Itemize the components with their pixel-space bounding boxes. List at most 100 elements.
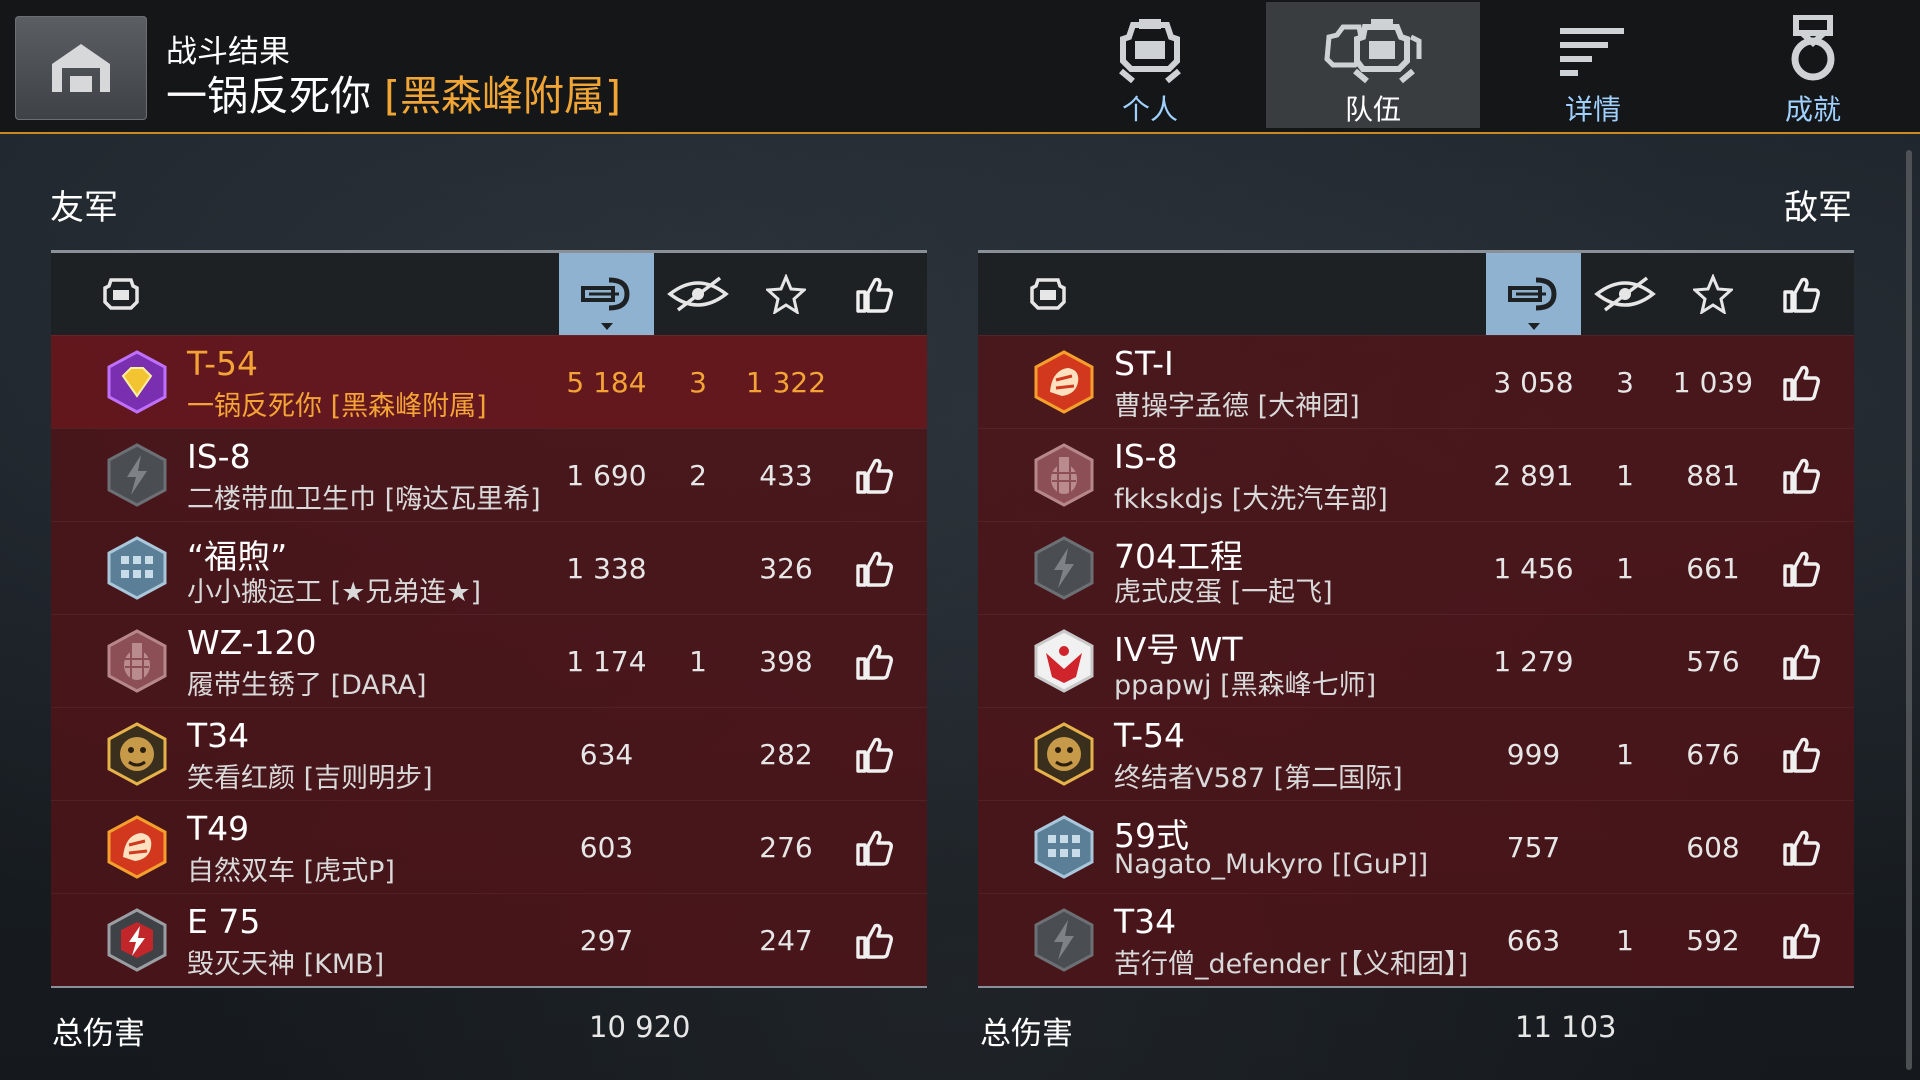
player-row[interactable]: ST-I 曹操字孟德 [大神团] 3 058 3 1 039 [978, 335, 1854, 428]
like-button[interactable] [830, 429, 918, 521]
single-tank-icon [1111, 14, 1189, 86]
damage-column-icon [1506, 274, 1562, 314]
like-button[interactable] [830, 522, 918, 614]
allies-table: T-54 一锅反死你 [黑森峰附属] 5 184 3 1 322 IS-8 二楼带血卫生巾 … [51, 250, 927, 988]
spotting-column-header[interactable] [654, 253, 742, 335]
like-button[interactable] [1757, 522, 1845, 614]
like-button[interactable] [1757, 894, 1845, 986]
player-row[interactable]: T-54 终结者V587 [第二国际] 999 1 676 [978, 707, 1854, 800]
damage-column-header[interactable] [559, 253, 654, 335]
player-row[interactable]: IS-8 二楼带血卫生巾 [嗨达瓦里希] 1 690 2 433 [51, 428, 927, 521]
vehicle-column-icon [101, 276, 141, 312]
player-row[interactable]: WZ-120 履带生锈了 [DARA] 1 174 1 398 [51, 614, 927, 707]
kills-value [1581, 801, 1669, 893]
damage-value: 5 184 [566, 365, 647, 399]
table-header [978, 250, 1854, 335]
vehicle-name: E 75 [187, 902, 261, 941]
top-bar: 战斗结果 一锅反死你 [黑森峰附属] 个人 队伍 详情 成就 [0, 0, 1920, 134]
team-tanks-icon [1321, 14, 1425, 86]
table-bottom-divider [978, 986, 1854, 988]
like-column-header [830, 253, 918, 335]
kills-value [654, 522, 742, 614]
medal-icon [1788, 14, 1838, 86]
player-row[interactable]: E 75 毁灭天神 [KMB] 297 247 [51, 893, 927, 986]
tiger-badge-icon [1032, 722, 1096, 786]
player-name: 曹操字孟德 [大神团] [1114, 391, 1360, 422]
tab-achievements[interactable]: 成就 [1706, 2, 1920, 128]
blue-hex-badge-icon [1032, 815, 1096, 879]
player-row[interactable]: T49 自然双车 [虎式P] 603 276 [51, 800, 927, 893]
player-row[interactable]: 59式 Nagato_Mukyro [[GuP]] 757 608 [978, 800, 1854, 893]
thumbs-up-icon [1781, 827, 1821, 867]
spotting-column-icon [1593, 274, 1657, 314]
tab-team[interactable]: 队伍 [1266, 2, 1480, 128]
dragon-badge-icon [1032, 350, 1096, 414]
player-row[interactable]: T-54 一锅反死你 [黑森峰附属] 5 184 3 1 322 [51, 335, 927, 428]
player-row[interactable]: IV号 WT ppapwj [黑森峰七师] 1 279 576 [978, 614, 1854, 707]
player-name: 笑看红颜 [吉则明步] [187, 763, 433, 794]
tab-achievements-label: 成就 [1784, 93, 1841, 126]
player-name: 小小搬运工 [★兄弟连★] [187, 577, 482, 608]
player-name: 自然双车 [虎式P] [187, 856, 395, 887]
assist-value: 661 [1686, 551, 1740, 585]
damage-value: 1 279 [1493, 644, 1574, 678]
like-button[interactable] [1757, 708, 1845, 800]
vehicle-name: IS-8 [1114, 437, 1178, 476]
damage-column-header[interactable] [1486, 253, 1581, 335]
spotting-column-header[interactable] [1581, 253, 1669, 335]
vehicle-name: WZ-120 [187, 623, 317, 662]
kills-column-header[interactable] [1669, 253, 1757, 335]
kills-column-header[interactable] [742, 253, 830, 335]
assist-value: 433 [759, 458, 813, 492]
allies-total-label: 总伤害 [52, 1016, 145, 1052]
like-button[interactable] [830, 801, 918, 893]
damage-value: 603 [579, 830, 634, 864]
tab-personal[interactable]: 个人 [1043, 2, 1257, 128]
allies-title: 友军 [50, 188, 118, 228]
scrollbar[interactable] [1906, 150, 1912, 1070]
player-name: 一锅反死你 [166, 72, 371, 120]
kills-value: 2 [689, 458, 707, 492]
vehicle-column-header [101, 253, 141, 335]
player-row[interactable]: T34 笑看红颜 [吉则明步] 634 282 [51, 707, 927, 800]
player-row[interactable]: 704工程 虎式皮蛋 [一起飞] 1 456 1 661 [978, 521, 1854, 614]
lightning-badge-icon [1032, 536, 1096, 600]
table-bottom-divider [51, 986, 927, 988]
dragon-badge-icon [105, 815, 169, 879]
tab-details[interactable]: 详情 [1486, 2, 1700, 128]
tab-team-label: 队伍 [1344, 93, 1401, 126]
player-row[interactable]: T34 苦行僧_defender [【义和团】] 663 1 592 [978, 893, 1854, 986]
kills-value: 1 [689, 644, 707, 678]
thumbs-up-icon [1781, 455, 1821, 495]
player-name: 毁灭天神 [KMB] [187, 949, 385, 980]
thumbs-up-icon [1781, 548, 1821, 588]
assist-value: 608 [1686, 830, 1740, 864]
thumbs-up-icon [854, 734, 894, 774]
damage-value: 1 456 [1493, 551, 1574, 585]
diamond-badge-icon [105, 350, 169, 414]
lightning-badge-icon [105, 443, 169, 507]
vehicle-name: T49 [187, 809, 250, 848]
player-name: fkkskdjs [大洗汽车部] [1114, 484, 1388, 515]
like-button[interactable] [830, 615, 918, 707]
like-button[interactable] [830, 894, 918, 986]
like-button[interactable] [1757, 336, 1845, 428]
damage-value: 999 [1506, 737, 1561, 771]
like-button[interactable] [1757, 615, 1845, 707]
garage-button[interactable] [15, 16, 147, 120]
like-button[interactable] [1757, 429, 1845, 521]
like-column-icon [854, 274, 894, 314]
like-button[interactable] [1757, 801, 1845, 893]
like-button[interactable] [830, 708, 918, 800]
blue-hex-badge-icon [105, 536, 169, 600]
kills-column-icon [766, 274, 806, 314]
player-name: ppapwj [黑森峰七师] [1114, 670, 1377, 701]
kills-value: 1 [1616, 737, 1634, 771]
sort-arrow-icon [600, 323, 613, 330]
vehicle-name: T34 [1114, 902, 1177, 941]
red-lightning-badge-icon [105, 908, 169, 972]
player-row[interactable]: IS-8 fkkskdjs [大洗汽车部] 2 891 1 881 [978, 428, 1854, 521]
player-name: 履带生锈了 [DARA] [187, 670, 427, 701]
player-row[interactable]: “福煦” 小小搬运工 [★兄弟连★] 1 338 326 [51, 521, 927, 614]
tab-details-label: 详情 [1564, 93, 1621, 126]
